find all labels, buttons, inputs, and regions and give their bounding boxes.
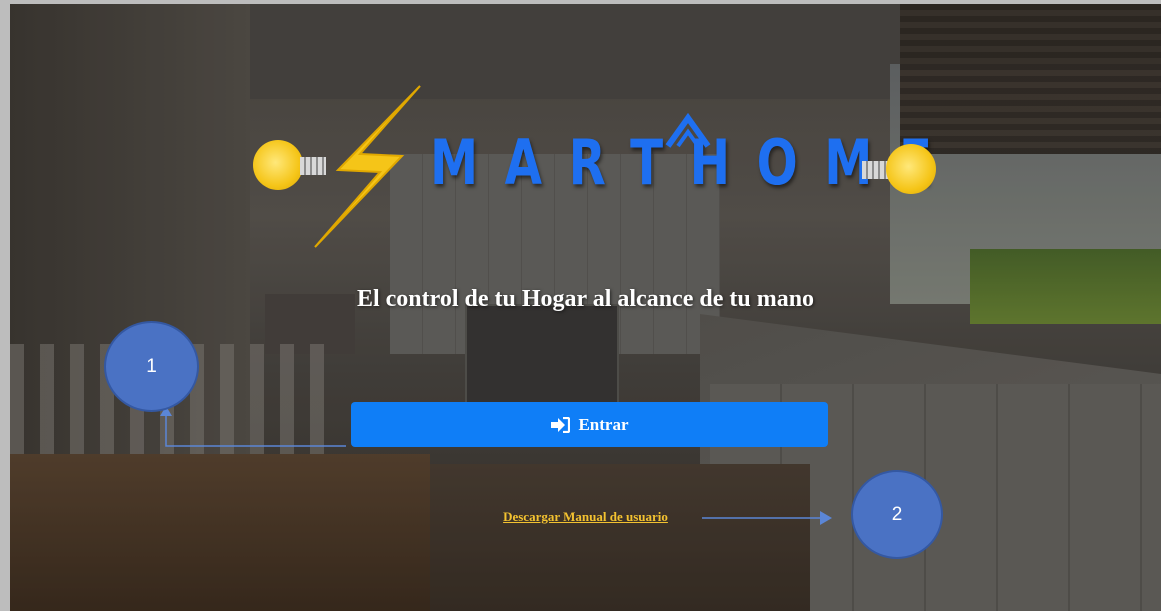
annotation-marker-2: 2 (851, 470, 943, 559)
arrow-2-head (820, 511, 832, 525)
kitchen-background-image: MARTHOME El control de tu Hogar al alcan… (10, 4, 1161, 611)
app-frame: MARTHOME El control de tu Hogar al alcan… (0, 0, 1161, 611)
annotation-marker-1: 1 (104, 321, 199, 412)
arrow-1 (165, 414, 346, 447)
annotation-arrows (160, 406, 832, 525)
